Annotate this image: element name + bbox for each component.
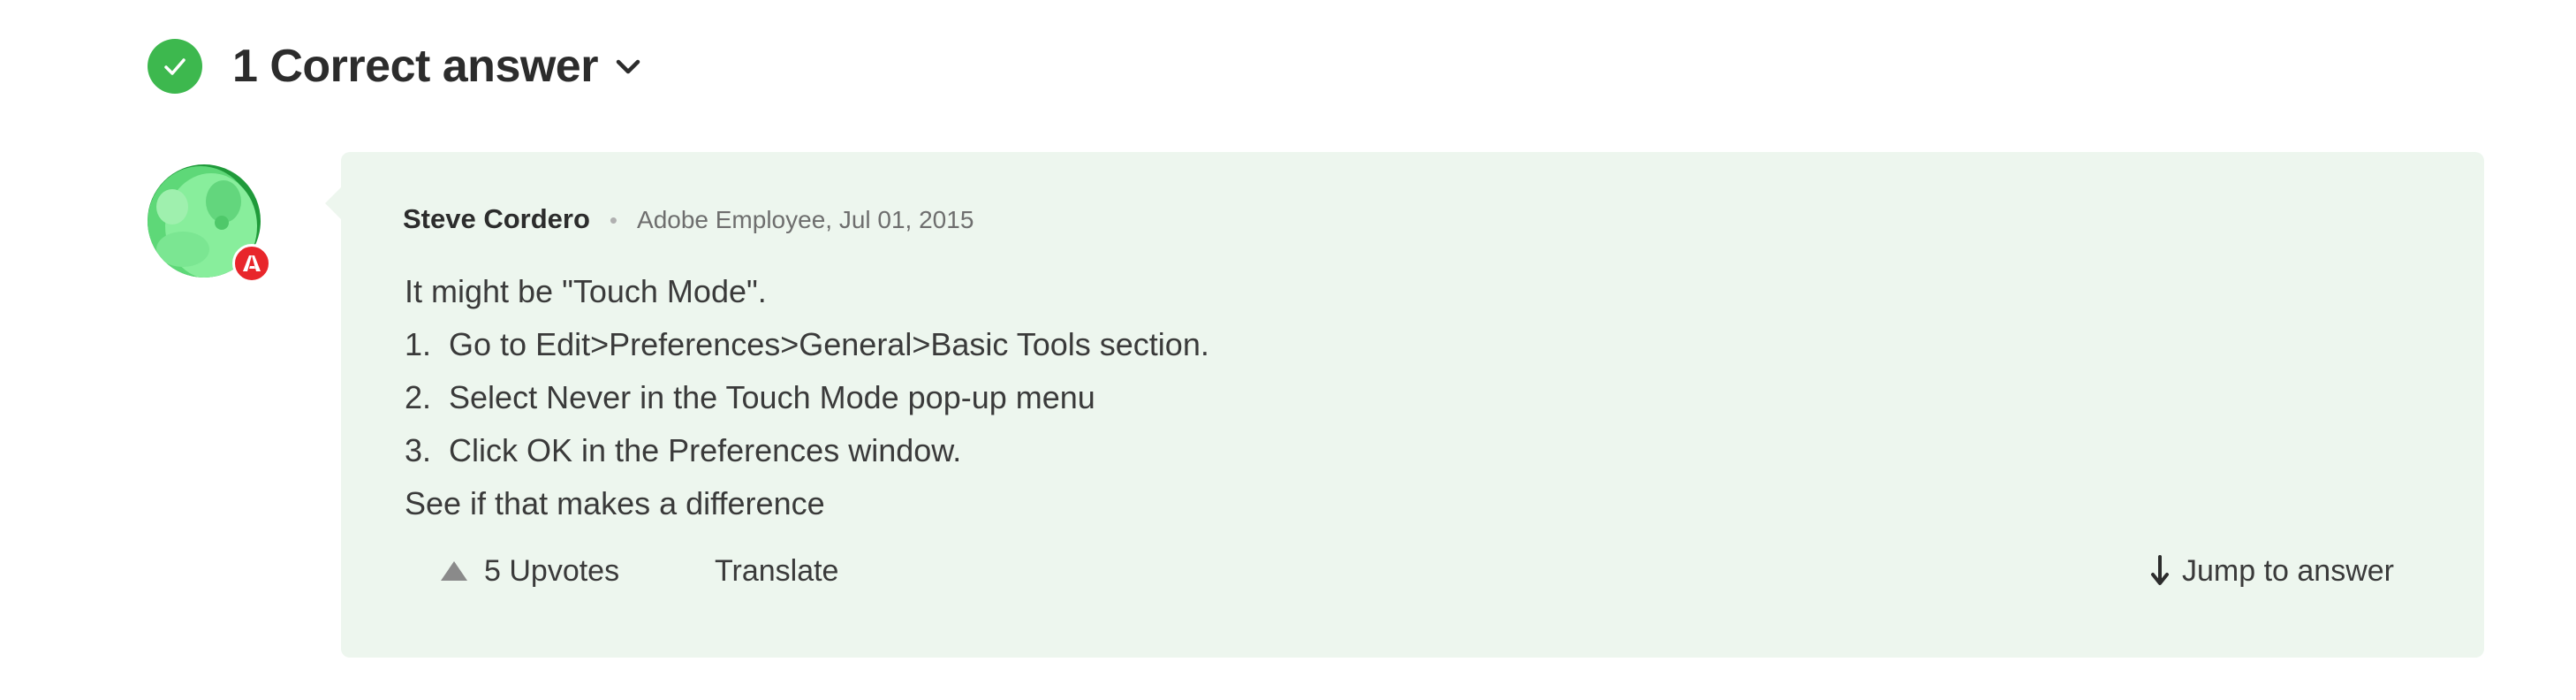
answer-body: It might be "Touch Mode". 1. Go to Edit>…	[405, 265, 1209, 530]
meta-separator: •	[609, 207, 618, 233]
chevron-down-icon[interactable]	[610, 49, 646, 84]
correct-answer-title: 1 Correct answer	[232, 41, 598, 92]
translate-button[interactable]: Translate	[715, 546, 838, 596]
author-avatar[interactable]	[148, 164, 271, 288]
post-meta: Steve Cordero • Adobe Employee, Jul 01, …	[403, 203, 974, 235]
arrow-down-icon	[2151, 555, 2169, 585]
answer-line: 3. Click OK in the Preferences window.	[405, 432, 962, 468]
answer-line: 2. Select Never in the Touch Mode pop-up…	[405, 379, 1095, 415]
answer-actions: 5 Upvotes Translate Jump to answer	[341, 546, 2484, 596]
correct-answer-header: 1 Correct answer	[148, 37, 646, 95]
jump-to-answer-label: Jump to answer	[2182, 553, 2394, 588]
answer-line: 1. Go to Edit>Preferences>General>Basic …	[405, 326, 1209, 362]
answer-line: It might be "Touch Mode".	[405, 273, 767, 309]
answer-line: See if that makes a difference	[405, 485, 825, 521]
answer-card: Steve Cordero • Adobe Employee, Jul 01, …	[325, 152, 2484, 658]
author-name[interactable]: Steve Cordero	[403, 203, 590, 235]
check-circle-icon	[148, 39, 202, 94]
upvote-count-label: 5 Upvotes	[484, 553, 620, 588]
upvote-button[interactable]: 5 Upvotes	[440, 546, 619, 596]
adobe-badge-icon	[232, 244, 271, 283]
author-role-date: Adobe Employee, Jul 01, 2015	[637, 206, 974, 233]
jump-to-answer-button[interactable]: Jump to answer	[2150, 546, 2394, 596]
triangle-up-icon	[441, 561, 467, 581]
